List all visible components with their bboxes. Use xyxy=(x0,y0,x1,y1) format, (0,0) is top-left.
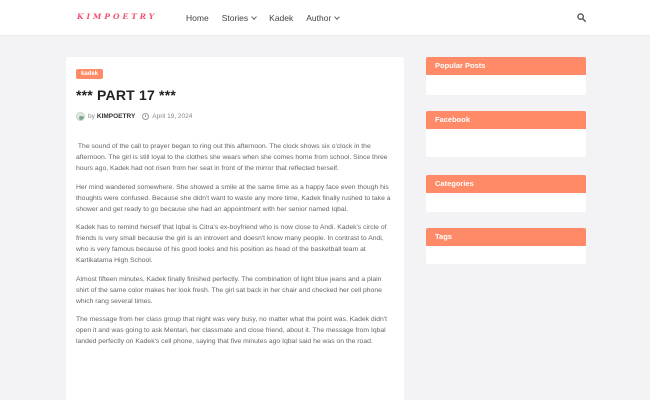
widget-title: Categories xyxy=(426,175,586,193)
widget-facebook: Facebook xyxy=(426,111,586,157)
chevron-down-icon xyxy=(251,13,257,20)
widget-popular-posts: Popular Posts xyxy=(426,57,586,95)
post-paragraph: Almost fifteen minutes, Kadek finally fi… xyxy=(76,275,382,305)
by-label: by xyxy=(88,113,95,120)
chevron-down-icon xyxy=(334,13,341,20)
post-paragraph: Her mind wandered somewhere. She showed … xyxy=(76,183,391,213)
top-navigation-bar: KIMPOETRY Home Stories Kadek Author xyxy=(0,0,650,36)
post-body: The sound of the call to prayer began to… xyxy=(76,141,394,355)
nav-item-label: Author xyxy=(306,13,332,23)
nav-item-label: Kadek xyxy=(269,13,294,23)
post-paragraph: Kadek has to remind herself that Iqbal i… xyxy=(76,224,387,264)
author-avatar[interactable] xyxy=(76,112,85,121)
post-paragraph: The message from her class group that ni… xyxy=(76,316,387,345)
nav-item-author[interactable]: Author xyxy=(306,13,341,23)
post-title: *** PART 17 *** xyxy=(76,87,177,103)
nav-item-kadek[interactable]: Kadek xyxy=(269,13,293,23)
widget-tags: Tags xyxy=(426,228,586,264)
post-date: April 19, 2024 xyxy=(152,113,193,120)
nav-item-home[interactable]: Home xyxy=(186,13,209,23)
clock-icon xyxy=(142,113,150,120)
post-card: kadek *** PART 17 *** by KIMPOETRY April… xyxy=(66,57,404,400)
widget-categories: Categories xyxy=(426,175,586,212)
nav-item-label: Home xyxy=(186,13,209,23)
post-label-badge[interactable]: kadek xyxy=(76,69,104,79)
post-paragraph: The sound of the call to prayer began to… xyxy=(76,143,390,172)
post-meta: by KIMPOETRY April 19, 2024 xyxy=(76,112,192,121)
widget-title: Facebook xyxy=(426,111,586,129)
nav-item-stories[interactable]: Stories xyxy=(221,13,257,23)
nav-item-label: Stories xyxy=(221,13,249,23)
main-nav: Home Stories Kadek Author xyxy=(186,13,352,23)
widget-title: Tags xyxy=(426,228,586,246)
widget-title: Popular Posts xyxy=(426,57,586,75)
search-icon[interactable] xyxy=(577,13,586,22)
site-logo[interactable]: KIMPOETRY xyxy=(77,12,157,21)
author-link[interactable]: KIMPOETRY xyxy=(97,113,135,120)
